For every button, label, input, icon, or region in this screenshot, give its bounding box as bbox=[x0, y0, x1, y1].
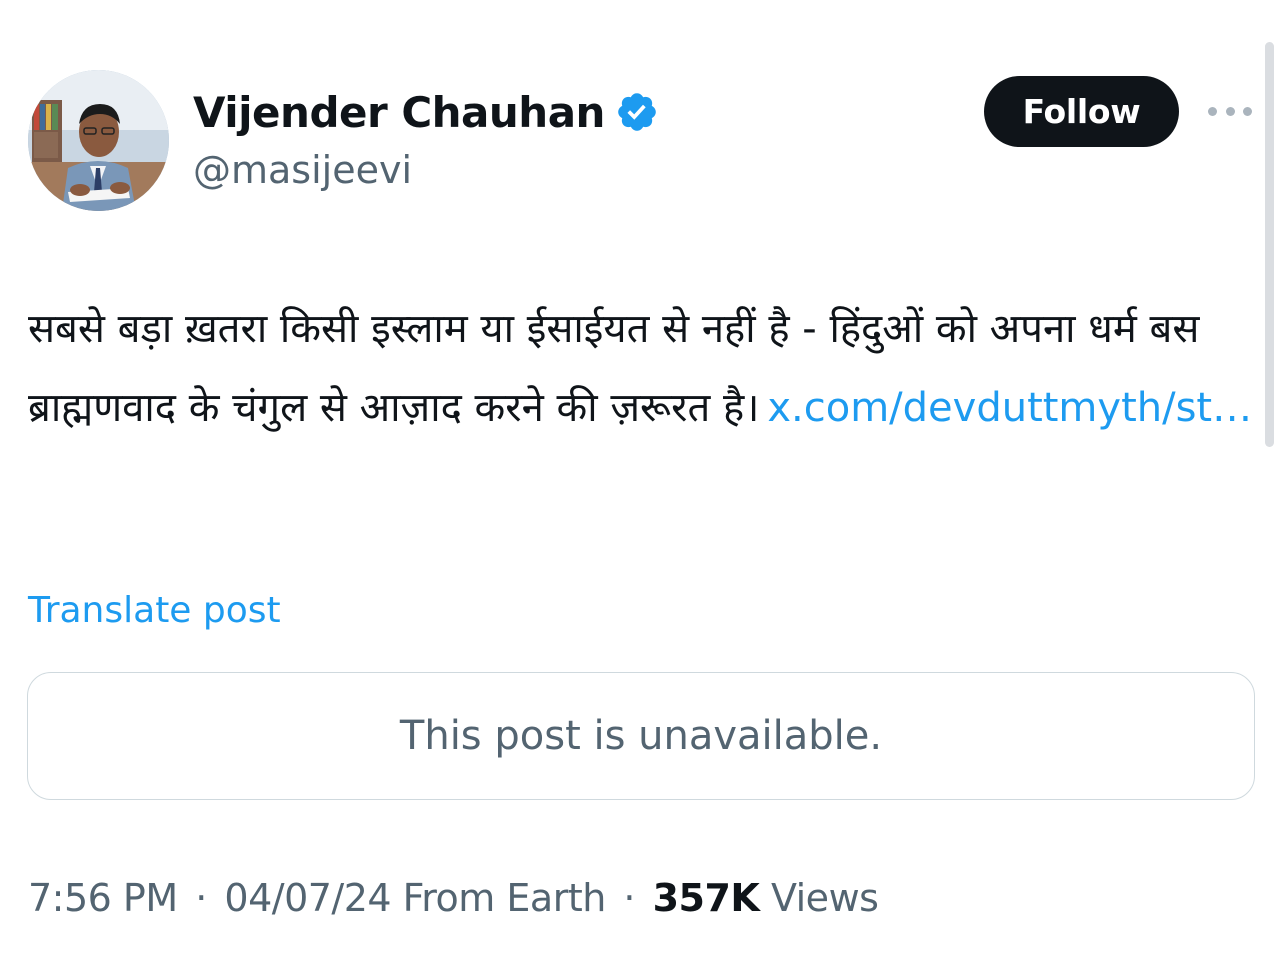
post-meta: 7:56 PM · 04/07/24 From Earth · 357K Vie… bbox=[28, 876, 879, 920]
author-handle[interactable]: @masijeevi bbox=[193, 148, 659, 192]
avatar-photo bbox=[28, 70, 169, 211]
author-display-name[interactable]: Vijender Chauhan bbox=[193, 88, 605, 137]
author-block: Vijender Chauhan @masijeevi bbox=[193, 84, 659, 192]
dot bbox=[1208, 106, 1217, 116]
post-date[interactable]: 04/07/24 bbox=[224, 876, 391, 920]
author-name-row: Vijender Chauhan bbox=[193, 84, 659, 140]
post-detail: Vijender Chauhan @masijeevi Follow सबसे … bbox=[0, 0, 1283, 961]
avatar[interactable] bbox=[28, 70, 169, 211]
post-source: From Earth bbox=[402, 876, 607, 920]
post-text: सबसे बड़ा ख़तरा किसी इस्लाम या ईसाईयत से… bbox=[28, 290, 1258, 448]
follow-button[interactable]: Follow bbox=[984, 76, 1179, 147]
scrollbar[interactable] bbox=[1265, 42, 1274, 447]
meta-separator: · bbox=[195, 876, 207, 920]
post-time[interactable]: 7:56 PM bbox=[28, 876, 178, 920]
dot bbox=[1225, 106, 1235, 116]
quoted-post-status: This post is unavailable. bbox=[399, 713, 883, 759]
views-label[interactable]: Views bbox=[771, 876, 879, 920]
post-link[interactable]: x.com/devduttmyth/st… bbox=[767, 385, 1252, 431]
translate-post-link[interactable]: Translate post bbox=[28, 590, 281, 631]
more-dots-icon[interactable] bbox=[1208, 100, 1252, 122]
quoted-post-card[interactable]: This post is unavailable. bbox=[27, 672, 1255, 800]
views-count[interactable]: 357K bbox=[653, 876, 760, 920]
meta-separator: · bbox=[623, 876, 635, 920]
dot bbox=[1243, 106, 1252, 116]
verified-badge-icon[interactable] bbox=[615, 90, 659, 134]
